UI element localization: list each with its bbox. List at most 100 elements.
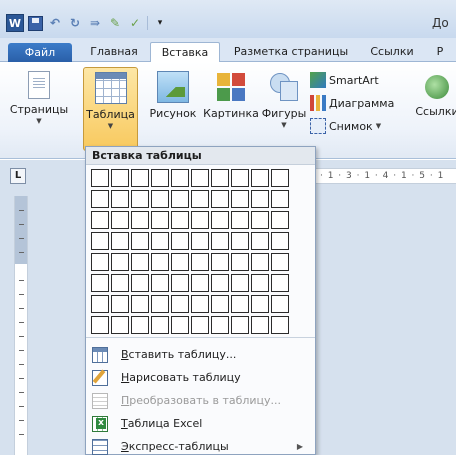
grid-cell[interactable] [171,274,189,292]
table-size-grid[interactable] [91,169,289,334]
grid-cell[interactable] [211,295,229,313]
customize-qat-icon[interactable]: ▾ [152,15,168,31]
grid-cell[interactable] [171,295,189,313]
check-icon[interactable]: ✓ [127,15,143,31]
grid-cell[interactable] [191,295,209,313]
grid-cell[interactable] [231,316,249,334]
grid-cell[interactable] [211,316,229,334]
links-button[interactable]: Ссылки [414,67,456,151]
grid-cell[interactable] [271,190,289,208]
grid-cell[interactable] [251,169,269,187]
grid-cell[interactable] [191,253,209,271]
grid-cell[interactable] [91,169,109,187]
grid-cell[interactable] [191,316,209,334]
grid-cell[interactable] [211,253,229,271]
grid-cell[interactable] [131,253,149,271]
grid-cell[interactable] [151,274,169,292]
draw-table-item[interactable]: Нарисовать таблицу [86,366,315,389]
grid-cell[interactable] [91,295,109,313]
grid-cell[interactable] [131,316,149,334]
grid-cell[interactable] [151,295,169,313]
undo-icon[interactable]: ↶ [47,15,63,31]
clipart-button[interactable]: Картинка [201,67,261,151]
grid-cell[interactable] [111,295,129,313]
grid-cell[interactable] [171,190,189,208]
grid-cell[interactable] [91,274,109,292]
grid-cell[interactable] [231,169,249,187]
tab-stop-selector[interactable]: L [10,168,26,184]
grid-cell[interactable] [111,232,129,250]
grid-cell[interactable] [111,316,129,334]
grid-cell[interactable] [111,253,129,271]
grid-cell[interactable] [91,190,109,208]
grid-cell[interactable] [171,211,189,229]
grid-cell[interactable] [211,274,229,292]
grid-cell[interactable] [171,232,189,250]
grid-cell[interactable] [231,274,249,292]
pages-button[interactable]: Страницы ▼ [2,67,76,151]
grid-cell[interactable] [191,190,209,208]
grid-cell[interactable] [271,232,289,250]
grid-cell[interactable] [271,211,289,229]
grid-cell[interactable] [251,190,269,208]
grid-cell[interactable] [231,211,249,229]
grid-cell[interactable] [151,232,169,250]
grid-cell[interactable] [151,211,169,229]
excel-table-item[interactable]: Таблица Excel [86,412,315,435]
grid-cell[interactable] [251,253,269,271]
grid-cell[interactable] [271,274,289,292]
grid-cell[interactable] [131,232,149,250]
horizontal-ruler[interactable]: · 1 · 3 · 1 · 4 · 1 · 5 · 1 [316,168,456,184]
grid-cell[interactable] [231,253,249,271]
grid-cell[interactable] [211,232,229,250]
grid-cell[interactable] [91,316,109,334]
edit-icon[interactable]: ✎ [107,15,123,31]
grid-cell[interactable] [271,316,289,334]
grid-cell[interactable] [251,211,269,229]
table-button[interactable]: Таблица ▼ [83,67,138,151]
grid-cell[interactable] [131,190,149,208]
tab-home[interactable]: Главная [82,42,146,62]
picture-button[interactable]: Рисунок [145,67,201,151]
grid-cell[interactable] [211,211,229,229]
tab-references[interactable]: Ссылки [362,42,422,62]
grid-cell[interactable] [131,274,149,292]
grid-cell[interactable] [191,232,209,250]
grid-cell[interactable] [231,190,249,208]
grid-cell[interactable] [251,232,269,250]
grid-cell[interactable] [191,211,209,229]
grid-cell[interactable] [91,211,109,229]
grid-cell[interactable] [111,169,129,187]
chart-button[interactable]: Диаграмма [310,93,394,113]
grid-cell[interactable] [171,253,189,271]
grid-cell[interactable] [131,211,149,229]
shapes-button[interactable]: Фигуры ▼ [261,67,307,151]
grid-cell[interactable] [131,169,149,187]
tab-insert[interactable]: Вставка [150,42,220,63]
word-logo-icon[interactable]: W [6,14,24,32]
grid-cell[interactable] [111,190,129,208]
format-painter-icon[interactable]: ⇛ [87,15,103,31]
grid-cell[interactable] [171,169,189,187]
grid-cell[interactable] [151,169,169,187]
smartart-button[interactable]: SmartArt [310,70,394,90]
grid-cell[interactable] [151,316,169,334]
grid-cell[interactable] [111,211,129,229]
grid-cell[interactable] [91,232,109,250]
grid-cell[interactable] [151,253,169,271]
quick-tables-item[interactable]: Экспресс-таблицы ▶ [86,435,315,455]
tab-file[interactable]: Файл [8,43,72,62]
grid-cell[interactable] [91,253,109,271]
grid-cell[interactable] [271,169,289,187]
grid-cell[interactable] [211,190,229,208]
vertical-ruler[interactable] [14,196,28,455]
grid-cell[interactable] [271,253,289,271]
tab-truncated[interactable]: Р [430,42,450,62]
grid-cell[interactable] [191,169,209,187]
grid-cell[interactable] [171,316,189,334]
tab-page-layout[interactable]: Разметка страницы [224,42,358,62]
redo-icon[interactable]: ↻ [67,15,83,31]
grid-cell[interactable] [191,274,209,292]
grid-cell[interactable] [251,295,269,313]
grid-cell[interactable] [251,274,269,292]
